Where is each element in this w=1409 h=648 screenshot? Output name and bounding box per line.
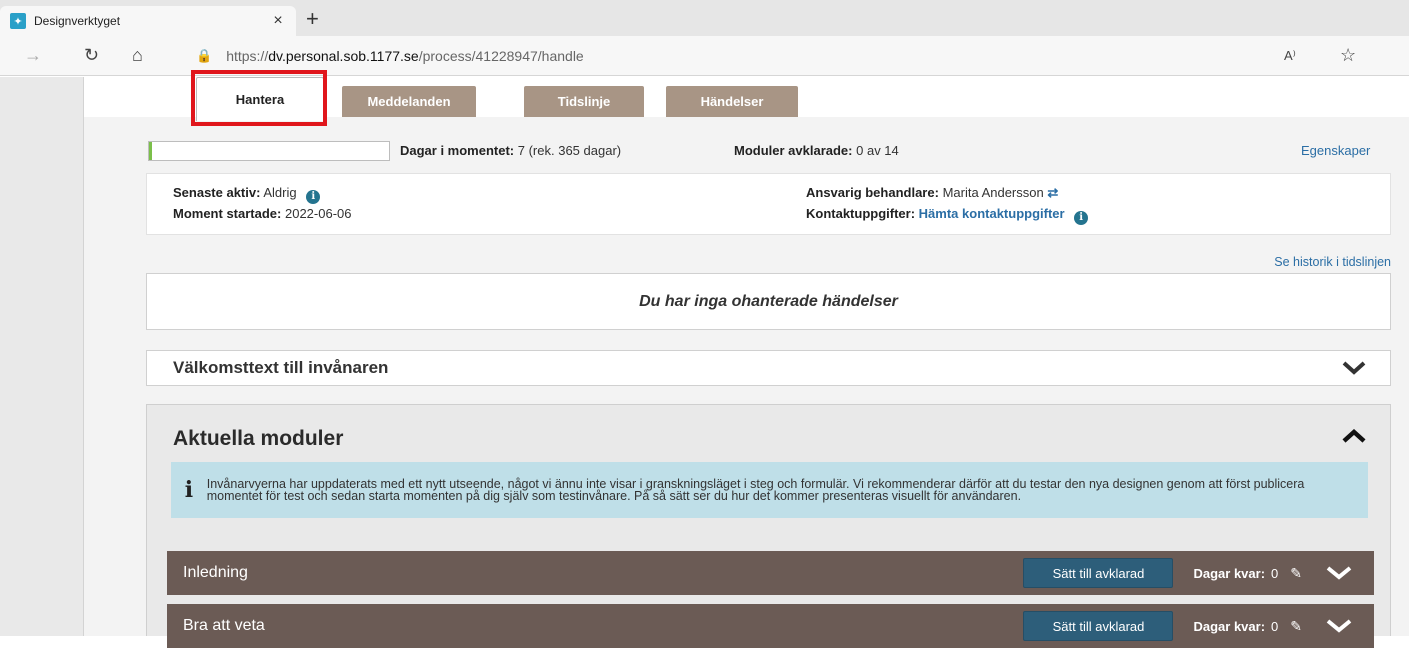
pencil-icon[interactable]: ✎ bbox=[1290, 565, 1302, 582]
module-title: Inledning bbox=[183, 564, 248, 581]
pencil-icon[interactable]: ✎ bbox=[1290, 618, 1302, 635]
chevron-down-icon[interactable] bbox=[1342, 361, 1366, 375]
responsible-clinician: Ansvarig behandlare: Marita Andersson ⇄ bbox=[806, 185, 1059, 200]
lock-icon: 🔒 bbox=[196, 48, 213, 63]
mark-complete-button[interactable]: Sätt till avklarad bbox=[1023, 558, 1174, 588]
swap-arrows-icon[interactable]: ⇄ bbox=[1047, 185, 1058, 200]
browser-tabstrip: ✦ Designverktyget × + bbox=[0, 0, 1409, 36]
progress-bar bbox=[148, 141, 390, 161]
notice-box: i Invånarvyerna har uppdaterats med ett … bbox=[171, 462, 1368, 518]
notice-text: Invånarvyerna har uppdaterats med ett ny… bbox=[206, 477, 1305, 503]
fetch-contact-link[interactable]: Hämta kontaktuppgifter bbox=[919, 206, 1065, 221]
days-left: Dagar kvar: 0 bbox=[1193, 618, 1279, 634]
info-icon[interactable]: i bbox=[306, 190, 321, 204]
address-bar[interactable]: 🔒 https://dv.personal.sob.1177.se/proces… bbox=[176, 42, 1336, 70]
favorite-icon[interactable]: ☆ bbox=[1340, 45, 1356, 66]
modules-completed: Moduler avklarade: 0 av 14 bbox=[734, 143, 899, 158]
egenskaper-link[interactable]: Egenskaper bbox=[1301, 143, 1370, 158]
info-icon[interactable]: i bbox=[1074, 211, 1089, 225]
page: Meddelanden Tidslinje Händelser Hantera … bbox=[0, 70, 1409, 648]
info-panel: Senaste aktiv: Aldrig i Moment startade:… bbox=[146, 173, 1391, 235]
forward-icon[interactable]: → bbox=[24, 45, 42, 66]
history-timeline-link[interactable]: Se historik i tidslinjen bbox=[1274, 255, 1391, 269]
refresh-icon[interactable]: ↻ bbox=[84, 45, 99, 66]
left-gutter bbox=[0, 77, 84, 636]
info-icon: i bbox=[184, 477, 194, 503]
url-text: https://dv.personal.sob.1177.se/process/… bbox=[226, 48, 584, 64]
chevron-up-icon[interactable] bbox=[1342, 429, 1366, 443]
module-title: Bra att veta bbox=[183, 617, 265, 634]
welcome-title: Välkomsttext till invånaren bbox=[173, 358, 389, 377]
moment-started: Moment startade: 2022-06-06 bbox=[173, 206, 352, 221]
home-icon[interactable]: ⌂ bbox=[132, 45, 143, 66]
module-row[interactable]: Inledning Sätt till avklarad Dagar kvar:… bbox=[167, 551, 1374, 595]
contact-info: Kontaktuppgifter: Hämta kontaktuppgifter… bbox=[806, 206, 1089, 225]
browser-tab[interactable]: ✦ Designverktyget × bbox=[0, 6, 296, 36]
current-modules-panel: Aktuella moduler i Invånarvyerna har upp… bbox=[146, 404, 1391, 648]
last-active: Senaste aktiv: Aldrig i bbox=[173, 185, 321, 204]
welcome-accordion[interactable]: Välkomsttext till invånaren bbox=[146, 350, 1391, 386]
mark-complete-button[interactable]: Sätt till avklarad bbox=[1023, 611, 1174, 641]
browser-toolbar: → ↻ ⌂ 🔒 https://dv.personal.sob.1177.se/… bbox=[0, 36, 1409, 76]
close-tab-icon[interactable]: × bbox=[266, 12, 290, 30]
chevron-down-icon[interactable] bbox=[1326, 566, 1352, 580]
tab-hantera[interactable]: Hantera bbox=[196, 77, 324, 121]
module-row[interactable]: Bra att veta Sätt till avklarad Dagar kv… bbox=[167, 604, 1374, 648]
days-left: Dagar kvar: 0 bbox=[1193, 565, 1279, 581]
tab-tidslinje[interactable]: Tidslinje bbox=[524, 86, 644, 117]
chevron-down-icon[interactable] bbox=[1326, 619, 1352, 633]
modules-title: Aktuella moduler bbox=[173, 427, 344, 450]
progress-fill bbox=[149, 142, 152, 160]
days-in-moment: Dagar i momentet: 7 (rek. 365 dagar) bbox=[400, 143, 622, 158]
new-tab-icon[interactable]: + bbox=[306, 8, 319, 30]
site-favicon-icon: ✦ bbox=[10, 13, 26, 29]
read-aloud-icon[interactable]: A⁾ bbox=[1284, 48, 1296, 64]
tab-meddelanden[interactable]: Meddelanden bbox=[342, 86, 476, 117]
browser-tab-title: Designverktyget bbox=[34, 14, 121, 28]
tab-handelser[interactable]: Händelser bbox=[666, 86, 798, 117]
events-message: Du har inga ohanterade händelser bbox=[146, 273, 1391, 330]
